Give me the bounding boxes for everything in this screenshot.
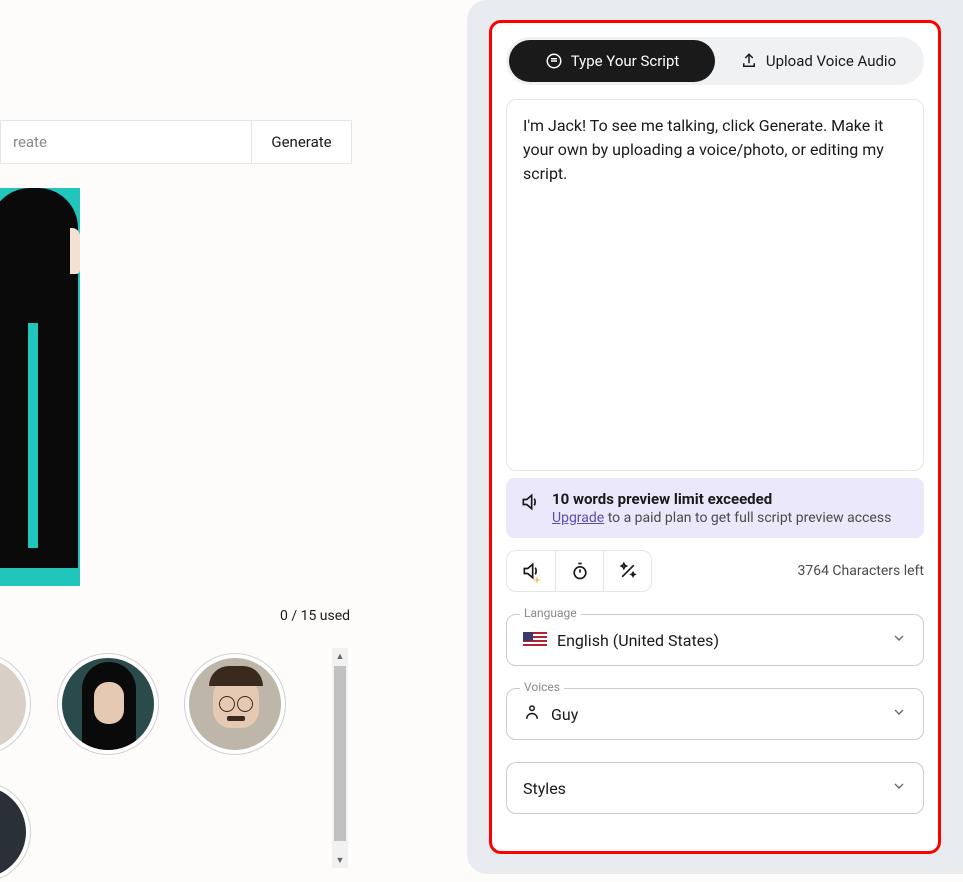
- right-panel: Type Your Script Upload Voice Audio 10 w…: [467, 0, 963, 874]
- avatar-figure: [0, 188, 80, 586]
- voices-select[interactable]: Guy: [506, 688, 924, 740]
- limit-banner: 10 words preview limit exceeded Upgrade …: [506, 478, 924, 538]
- avatar-option-2[interactable]: [58, 654, 158, 754]
- top-bar: reate Generate: [0, 120, 352, 164]
- avatar-option-4[interactable]: [0, 782, 30, 882]
- avatar-carousel: ▲ ▼: [0, 648, 352, 868]
- styles-value: Styles: [523, 779, 566, 798]
- script-panel: Type Your Script Upload Voice Audio 10 w…: [489, 20, 941, 854]
- scrollbar-down[interactable]: ▼: [332, 852, 348, 868]
- tab-label: Upload Voice Audio: [766, 52, 896, 70]
- scrollbar-up[interactable]: ▲: [332, 648, 348, 664]
- tab-type-script[interactable]: Type Your Script: [509, 40, 715, 82]
- script-input[interactable]: [506, 99, 924, 471]
- upload-icon: [740, 52, 758, 70]
- tabs: Type Your Script Upload Voice Audio: [506, 37, 924, 85]
- language-value: English (United States): [557, 631, 719, 650]
- tab-upload-voice[interactable]: Upload Voice Audio: [715, 40, 921, 82]
- banner-tail: to a paid plan to get full script previe…: [604, 510, 891, 526]
- scrollbar[interactable]: ▲ ▼: [332, 648, 348, 868]
- language-select[interactable]: English (United States): [506, 614, 924, 666]
- person-icon: [523, 703, 541, 725]
- voices-field: Voices Guy: [506, 688, 924, 740]
- left-panel: reate Generate 0 / 15 used ▲ ▼: [0, 0, 415, 874]
- chevron-down-icon: [891, 704, 907, 724]
- timing-button[interactable]: [555, 551, 603, 591]
- mustache-icon: [227, 716, 245, 721]
- banner-subtitle: Upgrade to a paid plan to get full scrip…: [552, 510, 891, 526]
- avatar-preview: [0, 188, 80, 586]
- styles-select[interactable]: Styles: [506, 762, 924, 814]
- language-field: Language English (United States): [506, 614, 924, 666]
- toolbar-row: 3764 Characters left: [506, 550, 924, 592]
- speaker-icon: [520, 492, 540, 516]
- tab-label: Type Your Script: [571, 52, 680, 70]
- scrollbar-thumb[interactable]: [334, 666, 346, 841]
- magic-button[interactable]: [603, 551, 651, 591]
- glasses-icon: [219, 696, 253, 705]
- usage-counter: 0 / 15 used: [280, 608, 350, 624]
- avatar-option-1[interactable]: [0, 654, 30, 754]
- topbar-fragment: reate: [1, 133, 251, 151]
- chevron-down-icon: [891, 630, 907, 650]
- banner-title: 10 words preview limit exceeded: [552, 490, 891, 508]
- us-flag-icon: [523, 632, 547, 648]
- mini-toolbar: [506, 550, 652, 592]
- generate-button[interactable]: Generate: [251, 121, 351, 163]
- upgrade-link[interactable]: Upgrade: [552, 510, 604, 526]
- voices-legend: Voices: [520, 680, 564, 694]
- styles-field: Styles: [506, 762, 924, 814]
- preview-voice-button[interactable]: [507, 551, 555, 591]
- banner-body: 10 words preview limit exceeded Upgrade …: [552, 490, 891, 526]
- language-legend: Language: [520, 606, 581, 620]
- avatar-option-3[interactable]: [185, 654, 285, 754]
- voices-value: Guy: [551, 705, 578, 724]
- chars-left: 3764 Characters left: [797, 563, 924, 579]
- chat-icon: [545, 52, 563, 70]
- sparkle-icon: [533, 576, 541, 584]
- chevron-down-icon: [891, 778, 907, 798]
